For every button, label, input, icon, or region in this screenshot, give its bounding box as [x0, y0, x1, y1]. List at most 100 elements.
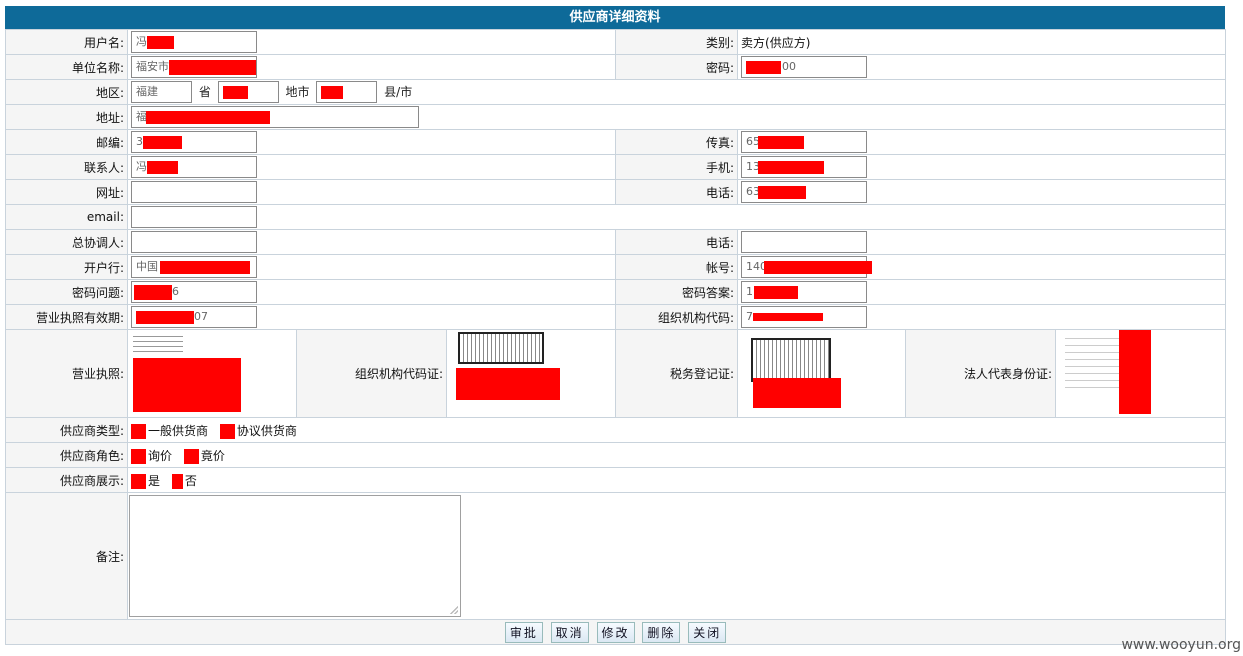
- scan-stamp: [458, 332, 544, 364]
- cancel-button[interactable]: 取消: [550, 621, 589, 643]
- redaction-mark: [758, 186, 807, 199]
- zipcode-field[interactable]: 3: [131, 131, 257, 153]
- legal-id-label: 法人代表身份证:: [905, 329, 1057, 418]
- email-field[interactable]: [131, 206, 257, 228]
- region-label: 地区:: [5, 79, 128, 105]
- form-row: 密码问题: 6 密码答案: 1: [5, 279, 1227, 305]
- documents-row: 营业执照: 组织机构代码证: 税务登记证: 法人代表身份证:: [5, 329, 1227, 418]
- company-field[interactable]: 福安市: [131, 56, 257, 78]
- radio-redacted: [131, 473, 146, 489]
- username-field[interactable]: 冯: [131, 31, 257, 53]
- edit-button[interactable]: 修改: [596, 621, 635, 643]
- fax-field[interactable]: 65: [741, 131, 868, 153]
- watermark: www.wooyun.org: [1121, 637, 1241, 653]
- org-code-field[interactable]: 7: [741, 306, 868, 328]
- redaction-mark: [746, 61, 782, 74]
- city-field[interactable]: [217, 81, 279, 103]
- province-field[interactable]: 福建: [131, 81, 192, 103]
- supplier-type-option[interactable]: 一般供货商: [131, 422, 208, 439]
- redaction-mark: [1119, 330, 1152, 414]
- scan-stamp: [751, 338, 832, 382]
- form-row: 地区: 福建 省 地市 县/市: [5, 79, 1227, 105]
- contact-field[interactable]: 冯: [131, 156, 257, 178]
- county-field[interactable]: [316, 81, 378, 103]
- form-row: 开户行: 中国 帐号: 140: [5, 254, 1227, 280]
- redaction-mark: [160, 261, 250, 274]
- license-expiry-field[interactable]: 07: [131, 306, 257, 328]
- redaction-mark: [147, 36, 174, 49]
- close-button[interactable]: 关闭: [688, 621, 727, 643]
- radio-redacted: [219, 423, 235, 439]
- redaction-mark: [146, 111, 270, 124]
- company-label: 单位名称:: [5, 54, 128, 80]
- answer-label: 密码答案:: [615, 279, 739, 305]
- supplier-type-label: 供应商类型:: [5, 417, 128, 443]
- org-cert-label: 组织机构代码证:: [296, 329, 447, 418]
- form-row: 网址: 电话: 63: [5, 179, 1227, 205]
- username-label: 用户名:: [5, 29, 128, 55]
- supplier-type-option[interactable]: 协议供货商: [219, 422, 297, 439]
- coordinator-label: 总协调人:: [5, 229, 128, 255]
- address-field[interactable]: 福: [131, 106, 419, 128]
- form-row: 单位名称: 福安市 密码: 00: [5, 54, 1227, 80]
- radio-redacted: [131, 448, 146, 464]
- form-row: 供应商类型: 一般供货商 协议供货商: [5, 417, 1227, 443]
- form-row: 用户名: 冯 类别: 卖方(供应方): [5, 29, 1227, 55]
- form-row: 地址: 福: [5, 104, 1227, 130]
- scan-text-lines: [133, 332, 183, 356]
- redaction-mark: [222, 86, 248, 99]
- phone-field[interactable]: 63: [741, 181, 868, 203]
- license-image[interactable]: [131, 330, 243, 414]
- page-title: 供应商详细资料: [5, 6, 1225, 29]
- supplier-show-option[interactable]: 否: [171, 472, 197, 489]
- address-label: 地址:: [5, 104, 128, 130]
- redaction-mark: [169, 60, 256, 75]
- account-label: 帐号:: [615, 254, 739, 280]
- approve-button[interactable]: 审批: [504, 621, 543, 643]
- contact-label: 联系人:: [5, 154, 128, 180]
- resize-grip-icon[interactable]: [450, 606, 458, 614]
- legal-id-image[interactable]: [1059, 330, 1171, 414]
- tax-cert-image[interactable]: [741, 330, 853, 414]
- password-field[interactable]: 00: [741, 56, 868, 78]
- redaction-mark: [456, 368, 560, 400]
- bank-label: 开户行:: [5, 254, 128, 280]
- coordinator-field[interactable]: [131, 231, 257, 253]
- org-code-label: 组织机构代码:: [615, 304, 739, 330]
- org-cert-image[interactable]: [450, 330, 562, 414]
- form-row: 供应商角色: 询价 竟价: [5, 442, 1227, 468]
- redaction-mark: [758, 161, 825, 174]
- redaction-mark: [754, 286, 799, 299]
- delete-button[interactable]: 删除: [642, 621, 681, 643]
- supplier-show-option[interactable]: 是: [131, 472, 160, 489]
- website-field[interactable]: [131, 181, 257, 203]
- redaction-mark: [136, 311, 194, 324]
- question-label: 密码问题:: [5, 279, 128, 305]
- mobile-field[interactable]: 13: [741, 156, 868, 178]
- supplier-form: 用户名: 冯 类别: 卖方(供应方) 单位名称: 福安市 密码: 00 地区: …: [4, 29, 1227, 645]
- form-row: 备注:: [5, 492, 1227, 620]
- form-row: email:: [5, 204, 1227, 230]
- answer-field[interactable]: 1: [741, 281, 868, 303]
- bank-field[interactable]: 中国: [131, 256, 257, 278]
- supplier-role-option[interactable]: 询价: [131, 447, 172, 464]
- remark-textarea[interactable]: [129, 495, 461, 617]
- redaction-mark: [764, 261, 873, 274]
- county-suffix: 县/市: [384, 84, 413, 99]
- email-label: email:: [5, 204, 128, 230]
- zipcode-label: 邮编:: [5, 129, 128, 155]
- mobile-label: 手机:: [615, 154, 739, 180]
- supplier-role-option[interactable]: 竟价: [183, 447, 225, 464]
- redaction-mark: [758, 136, 805, 149]
- coordinator-phone-field[interactable]: [741, 231, 868, 253]
- form-row: 邮编: 3 传真: 65: [5, 129, 1227, 155]
- redaction-mark: [753, 378, 842, 408]
- account-field[interactable]: 140: [741, 256, 873, 278]
- form-row: 总协调人: 电话:: [5, 229, 1227, 255]
- form-row: 供应商展示: 是 否: [5, 467, 1227, 493]
- category-label: 类别:: [615, 29, 739, 55]
- redaction-mark: [321, 86, 344, 99]
- question-field[interactable]: 6: [131, 281, 257, 303]
- radio-redacted: [171, 473, 183, 489]
- coordinator-phone-label: 电话:: [615, 229, 739, 255]
